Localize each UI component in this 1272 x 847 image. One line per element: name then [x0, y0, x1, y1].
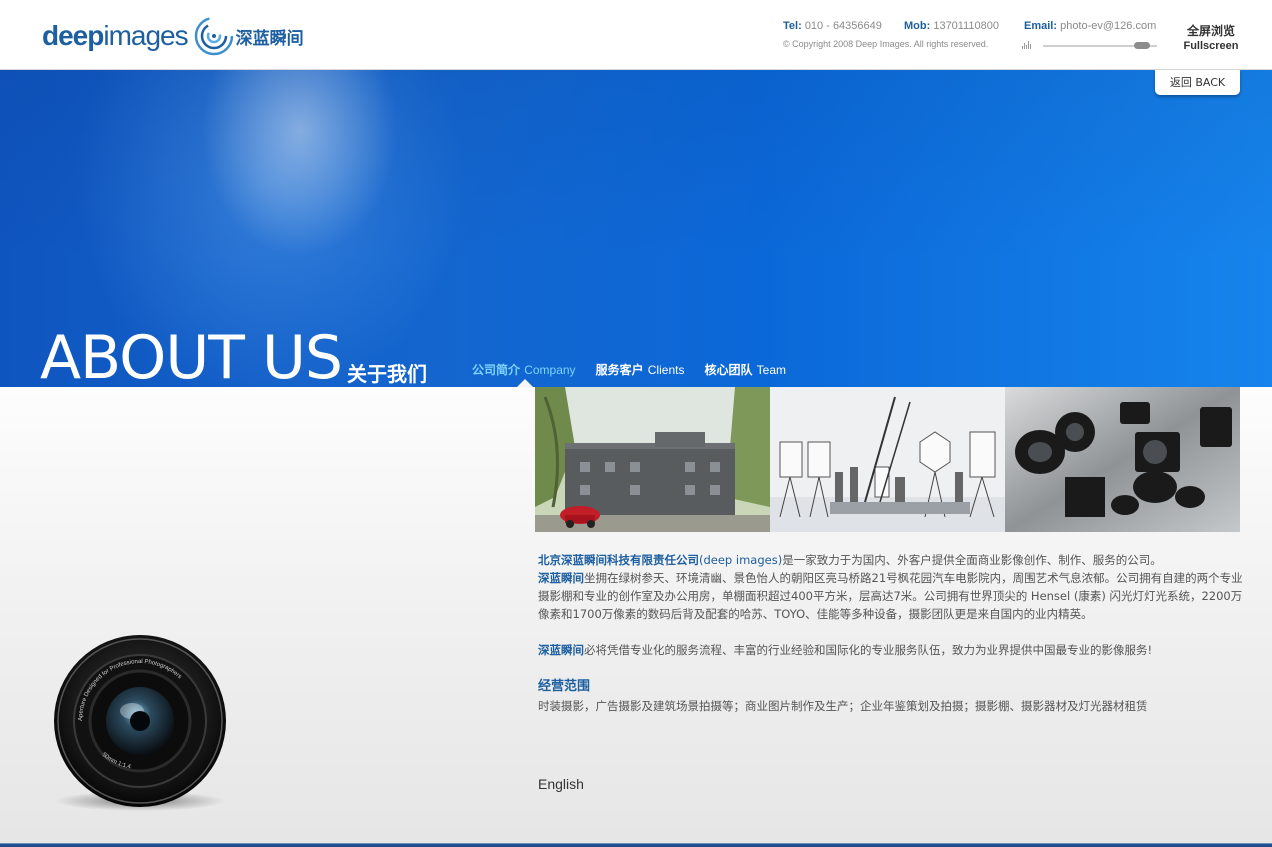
camera-gear-photo — [1005, 387, 1240, 532]
page-title: ABOUT US — [40, 323, 343, 393]
paragraph-intro: 北京深蓝瞬间科技有限责任公司(deep images)是一家致力于为国内、外客户… — [538, 551, 1243, 569]
fullscreen-label-en: Fullscreen — [1183, 40, 1239, 52]
email-value[interactable]: photo-ev@126.com — [1060, 20, 1156, 32]
page-title-cn: 关于我们 — [347, 362, 427, 386]
camera-lens-icon: Aperture Designed for Professional Photo… — [54, 635, 226, 811]
volume-knob[interactable] — [1134, 42, 1151, 49]
logo[interactable]: deep images 深蓝瞬间 — [42, 12, 304, 60]
paragraph-mission: 深蓝瞬间必将凭借专业化的服务流程、丰富的行业经验和国际化的专业服务队伍，致力为业… — [538, 641, 1243, 659]
tab-company-cn: 公司简介 — [472, 363, 521, 377]
scope-text: 时装摄影，广告摄影及建筑场景拍摄等；商业图片制作及生产；企业年鉴策划及拍摄；摄影… — [538, 699, 1148, 713]
back-button[interactable]: 返回 BACK — [1155, 70, 1240, 95]
brand-highlight: 深蓝瞬间 — [538, 571, 584, 585]
photo-strip — [535, 387, 1240, 532]
swirl-logo-icon — [194, 16, 233, 56]
tab-company[interactable]: 公司简介 Company — [472, 361, 576, 378]
contact-email: Email: photo-ev@126.com — [1024, 20, 1156, 32]
logo-deep-text: deep — [42, 20, 104, 51]
tab-company-en: Company — [524, 363, 576, 377]
tab-clients-en: Clients — [647, 363, 685, 377]
tel-value: 010 - 64356649 — [804, 20, 882, 32]
paragraph-facilities: 深蓝瞬间坐拥在绿树参天、环境清幽、景色怡人的朝阳区亮马桥路21号枫花园汽车电影院… — [538, 569, 1243, 623]
brand-highlight: 深蓝瞬间 — [538, 643, 584, 657]
building-photo — [535, 387, 770, 532]
logo-chinese-text: 深蓝瞬间 — [235, 28, 304, 49]
volume-icon — [1022, 41, 1034, 49]
intro-text: 是一家致力于为国内、外客户提供全面商业影像创作、制作、服务的公司。 — [782, 553, 1162, 567]
english-language-link[interactable]: English — [538, 776, 584, 792]
company-description: 北京深蓝瞬间科技有限责任公司(deep images)是一家致力于为国内、外客户… — [538, 551, 1243, 715]
tel-label: Tel: — [783, 20, 802, 32]
header-bar: deep images 深蓝瞬间 Tel: 010 - 64356649 Mob… — [0, 0, 1272, 70]
mob-label: Mob: — [904, 20, 931, 32]
scope-heading: 经营范围 — [538, 679, 591, 694]
copyright-text: © Copyright 2008 Deep Images. All rights… — [783, 39, 989, 49]
section-nav: 公司简介 Company 服务客户 Clients 核心团队 Team — [472, 361, 786, 378]
fullscreen-button[interactable]: 全屏浏览 Fullscreen — [1180, 22, 1242, 52]
active-tab-pointer — [517, 379, 533, 387]
tab-team-cn: 核心团队 — [704, 363, 753, 377]
tab-team-en: Team — [756, 363, 786, 377]
contact-mob: Mob: 13701110800 — [904, 20, 999, 32]
brand-name: (deep images) — [699, 553, 783, 567]
tab-team[interactable]: 核心团队 Team — [704, 361, 786, 378]
fullscreen-label-cn: 全屏浏览 — [1186, 24, 1235, 38]
mission-text: 必将凭借专业化的服务流程、丰富的行业经验和国际化的专业服务队伍，致力为业界提供中… — [584, 643, 1153, 657]
tab-clients[interactable]: 服务客户 Clients — [596, 361, 685, 378]
studio-lights-photo — [770, 387, 1005, 532]
email-label: Email: — [1024, 20, 1058, 32]
mob-value: 13701110800 — [933, 20, 999, 32]
tab-clients-cn: 服务客户 — [595, 363, 644, 377]
logo-images-text: images — [103, 20, 188, 51]
contact-tel: Tel: 010 - 64356649 — [783, 20, 882, 32]
volume-slider[interactable] — [1022, 40, 1158, 52]
footer-bar — [0, 843, 1272, 847]
company-name: 北京深蓝瞬间科技有限责任公司 — [538, 553, 699, 567]
facilities-text: 坐拥在绿树参天、环境清幽、景色怡人的朝阳区亮马桥路21号枫花园汽车电影院内，周围… — [538, 571, 1243, 621]
